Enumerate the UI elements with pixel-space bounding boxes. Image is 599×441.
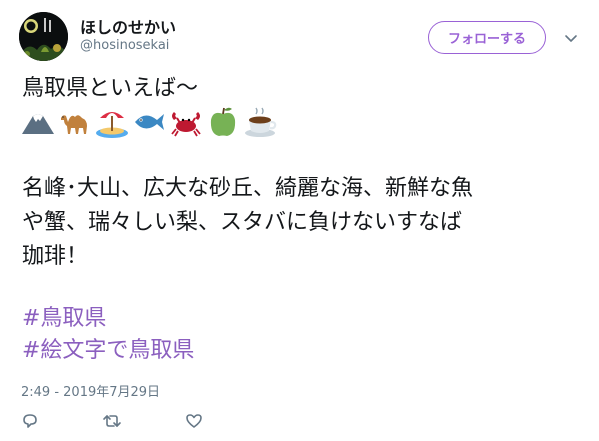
like-icon[interactable] [184, 411, 204, 431]
green-apple-icon [205, 104, 241, 140]
fish-icon [131, 104, 167, 140]
user-handle[interactable]: @hosinosekai [80, 38, 169, 53]
tweet-actions [20, 411, 266, 431]
tweet-paragraph: 名峰･大山、広大な砂丘、綺麗な海、新鮮な魚 や蟹、瑞々しい梨、スタバに負けないす… [22, 172, 473, 274]
avatar[interactable] [19, 12, 68, 61]
hashtag-link[interactable]: #鳥取県 [22, 303, 106, 335]
tweet-text-line1: 鳥取県といえば〜 [22, 76, 199, 101]
mount-fuji-icon [20, 104, 56, 140]
tweet-card: ほしのせかい @hosinosekai フォローする 鳥取県といえば〜 名峰･大… [0, 0, 599, 441]
emoji-row [20, 104, 278, 140]
retweet-icon[interactable] [102, 411, 122, 431]
beach-umbrella-icon [94, 104, 130, 140]
reply-icon[interactable] [20, 411, 40, 431]
crab-icon [168, 104, 204, 140]
chevron-down-icon[interactable] [564, 30, 578, 44]
hashtag-link[interactable]: #絵文字で鳥取県 [22, 335, 194, 367]
tweet-paragraph-line: 珈琲！ [22, 244, 89, 269]
tweet-paragraph-line: や蟹、瑞々しい梨、スタバに負けないすなば [22, 210, 463, 235]
user-name[interactable]: ほしのせかい [80, 14, 176, 38]
tweet-timestamp[interactable]: 2:49 - 2019年7月29日 [21, 381, 160, 400]
camel-icon [57, 104, 93, 140]
follow-button[interactable]: フォローする [428, 21, 546, 54]
coffee-icon [242, 104, 278, 140]
tweet-paragraph-line: 名峰･大山、広大な砂丘、綺麗な海、新鮮な魚 [22, 176, 474, 201]
follow-button-label: フォローする [447, 32, 526, 47]
